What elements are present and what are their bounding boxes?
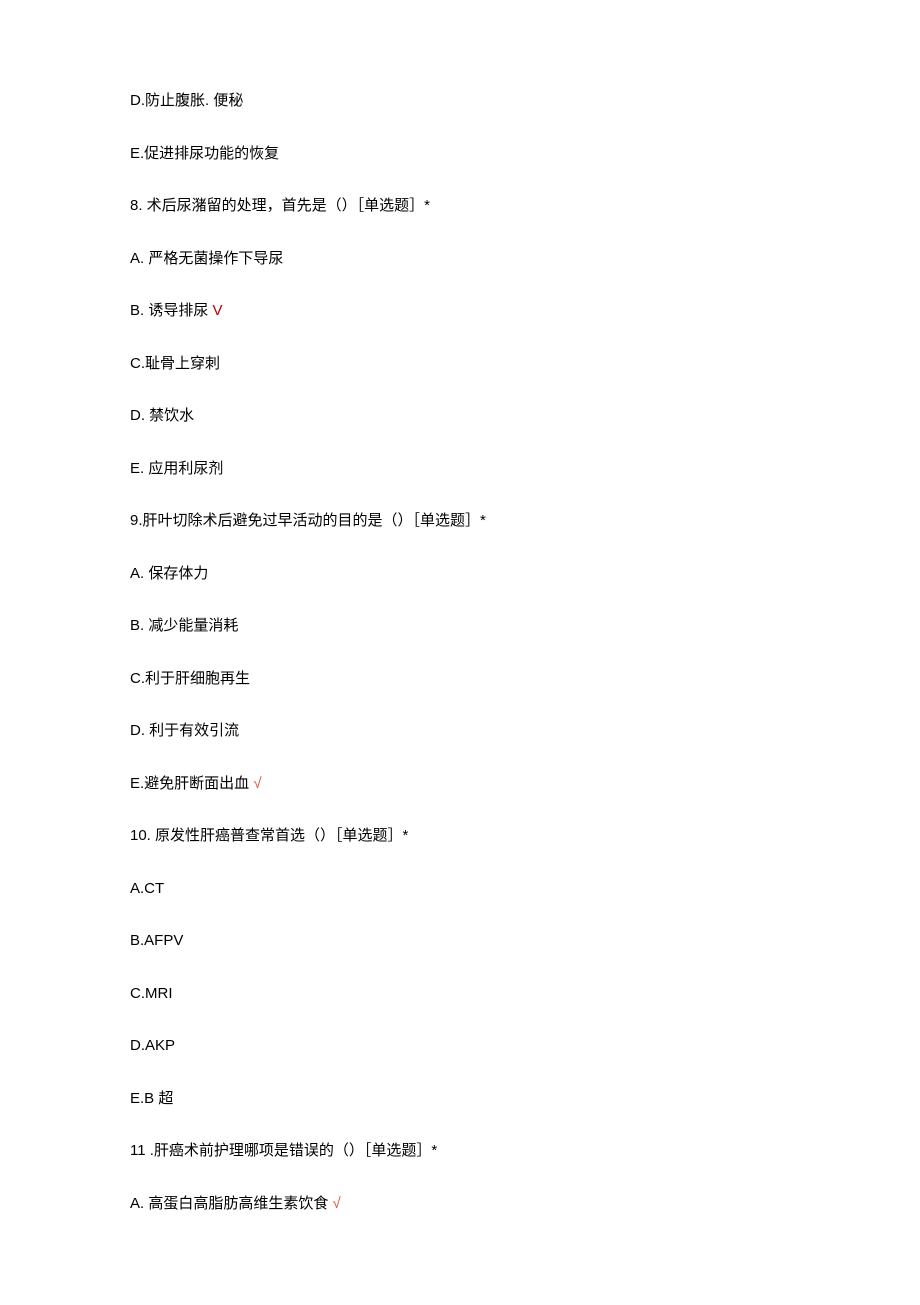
line-text: C.耻骨上穿刺	[130, 355, 220, 372]
line-text: E.促进排尿功能的恢复	[130, 145, 279, 162]
line-text: 10. 原发性肝癌普查常首选（）［单选题］*	[130, 827, 408, 844]
text-line: D. 禁饮水	[130, 405, 790, 428]
text-line: 8. 术后尿潴留的处理，首先是（）［单选题］*	[130, 195, 790, 218]
text-line: D. 利于有效引流	[130, 720, 790, 743]
text-line: B.AFPV	[130, 930, 790, 953]
text-line: E.促进排尿功能的恢复	[130, 143, 790, 166]
line-text: A. 严格无菌操作下导尿	[130, 250, 283, 267]
line-text: A. 保存体力	[130, 565, 208, 582]
text-line: D.AKP	[130, 1035, 790, 1058]
text-line: 10. 原发性肝癌普查常首选（）［单选题］*	[130, 825, 790, 848]
line-text: C.利于肝细胞再生	[130, 670, 250, 687]
text-line: D.防止腹胀. 便秘	[130, 90, 790, 113]
line-text: 9.肝叶切除术后避免过早活动的目的是（）［单选题］*	[130, 512, 486, 529]
line-text: D.防止腹胀. 便秘	[130, 92, 243, 109]
text-line: A. 严格无菌操作下导尿	[130, 248, 790, 271]
text-line: C.耻骨上穿刺	[130, 353, 790, 376]
line-text: D. 禁饮水	[130, 407, 194, 424]
line-text: E. 应用利尿剂	[130, 460, 223, 477]
correct-mark: √	[253, 775, 261, 792]
text-line: C.利于肝细胞再生	[130, 668, 790, 691]
text-line: A. 高蛋白高脂肪高维生素饮食 √	[130, 1193, 790, 1216]
line-text: 11 .肝癌术前护理哪项是错误的（）［单选题］*	[130, 1142, 437, 1159]
line-text: A.CT	[130, 880, 164, 897]
text-line: B. 减少能量消耗	[130, 615, 790, 638]
line-text: 8. 术后尿潴留的处理，首先是（）［单选题］*	[130, 197, 430, 214]
text-line: 11 .肝癌术前护理哪项是错误的（）［单选题］*	[130, 1140, 790, 1163]
line-text: C.MRI	[130, 985, 173, 1002]
line-text: A. 高蛋白高脂肪高维生素饮食	[130, 1195, 333, 1212]
text-line: B. 诱导排尿 V	[130, 300, 790, 323]
line-text: E.B 超	[130, 1090, 173, 1107]
text-line: 9.肝叶切除术后避免过早活动的目的是（）［单选题］*	[130, 510, 790, 533]
line-text: B. 减少能量消耗	[130, 617, 238, 634]
correct-mark: V	[213, 302, 223, 319]
line-text: E.避免肝断面出血	[130, 775, 253, 792]
document-body: D.防止腹胀. 便秘 E.促进排尿功能的恢复 8. 术后尿潴留的处理，首先是（）［单…	[130, 90, 790, 1215]
text-line: C.MRI	[130, 983, 790, 1006]
text-line: E.B 超	[130, 1088, 790, 1111]
line-text: B. 诱导排尿	[130, 302, 213, 319]
text-line: E. 应用利尿剂	[130, 458, 790, 481]
text-line: A.CT	[130, 878, 790, 901]
correct-mark: √	[333, 1195, 341, 1212]
line-text: B.AFPV	[130, 932, 183, 949]
line-text: D.AKP	[130, 1037, 175, 1054]
line-text: D. 利于有效引流	[130, 722, 239, 739]
text-line: A. 保存体力	[130, 563, 790, 586]
text-line: E.避免肝断面出血 √	[130, 773, 790, 796]
